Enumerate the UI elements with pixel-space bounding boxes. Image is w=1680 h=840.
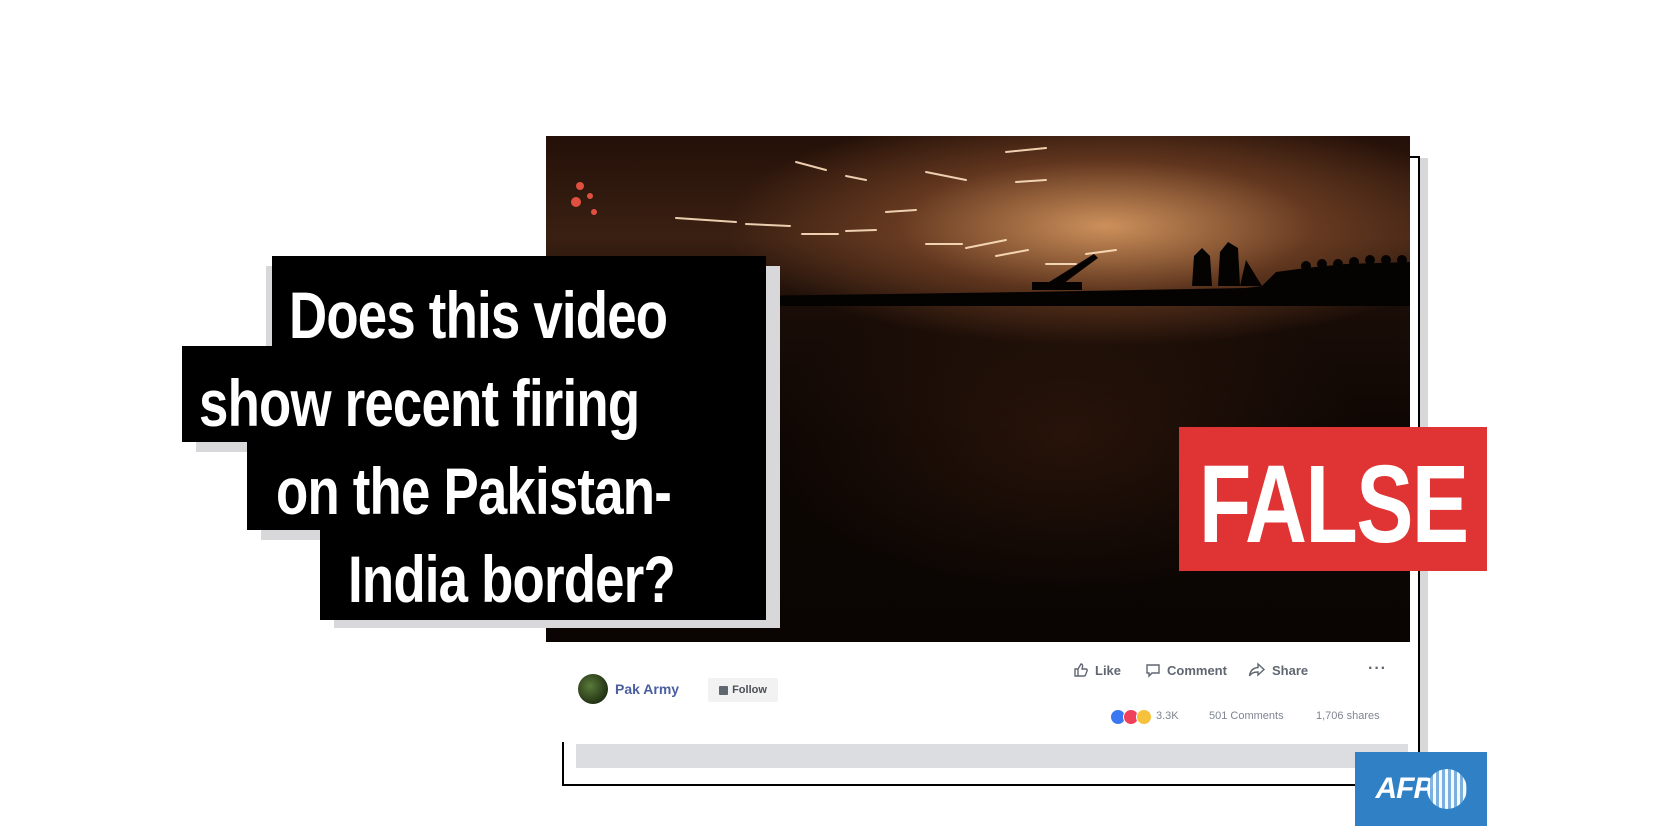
post-footer-strip — [576, 744, 1408, 768]
globe-icon — [1426, 769, 1467, 809]
post-footer — [562, 642, 1408, 742]
reactions-count[interactable]: 3.3K — [1156, 710, 1179, 722]
page-avatar[interactable] — [578, 674, 608, 704]
headline-line-3: on the Pakistan- — [276, 454, 672, 528]
comment-label: Comment — [1167, 662, 1227, 678]
follow-button[interactable]: Follow — [708, 678, 778, 702]
share-button[interactable]: Share — [1248, 662, 1308, 678]
share-label: Share — [1272, 662, 1309, 678]
follow-icon — [719, 685, 729, 695]
comment-icon — [1146, 664, 1160, 678]
comments-count[interactable]: 501 Comments — [1209, 710, 1284, 722]
headline-line-4: India border? — [348, 542, 676, 616]
headline-line-2: show recent firing — [199, 366, 640, 440]
like-button[interactable]: Like — [1073, 662, 1121, 678]
sad-reaction-icon — [1136, 709, 1152, 725]
reaction-icons[interactable] — [1110, 709, 1152, 725]
more-options-icon[interactable]: ··· — [1368, 660, 1387, 678]
share-icon — [1248, 662, 1266, 677]
comment-button[interactable]: Comment — [1145, 662, 1227, 678]
afp-logo-text: AFP — [1375, 772, 1434, 805]
thumbs-up-icon — [1074, 663, 1088, 677]
follow-label: Follow — [732, 684, 767, 696]
like-label: Like — [1095, 662, 1122, 678]
page-name-link[interactable]: Pak Army — [615, 681, 679, 697]
verdict-label: FALSE — [1198, 443, 1469, 566]
afp-logo: AFP — [1355, 752, 1487, 826]
headline-line-1: Does this video — [289, 278, 668, 352]
verdict-badge: FALSE — [1179, 427, 1487, 571]
shares-count[interactable]: 1,706 shares — [1316, 710, 1380, 722]
